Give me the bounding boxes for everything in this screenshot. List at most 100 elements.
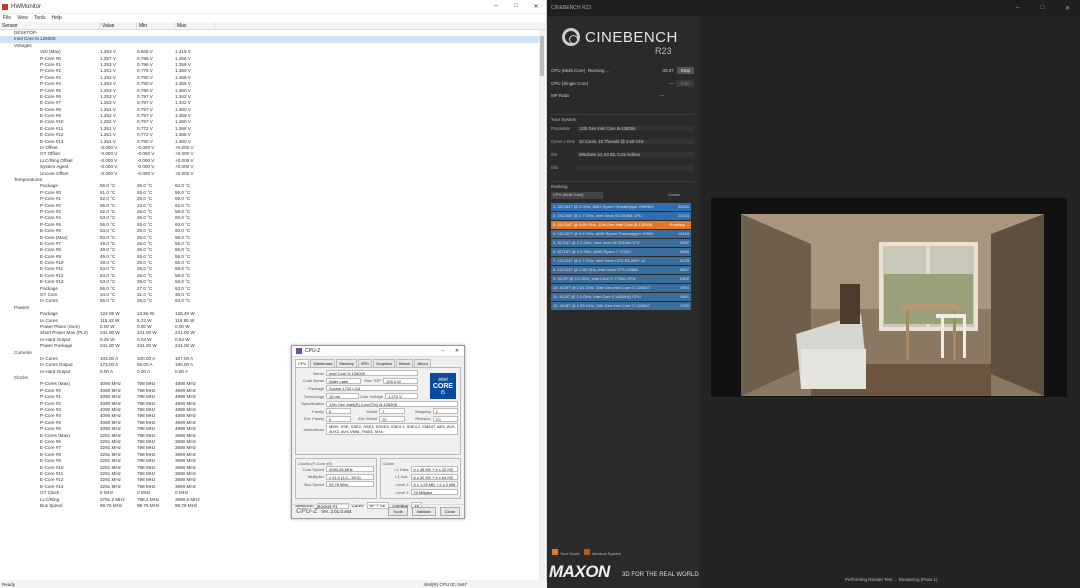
ranking-item[interactable]: 11. 4C/8T @ 2.3 GHz, Intel Core i7-4850H… <box>551 293 691 301</box>
ranking-label: 2. 24C/48T @ 2.7 GHz, Intel Xeon W-3265M… <box>553 213 642 218</box>
l1-data: 6 x 48 KB + 4 x 32 KB <box>410 466 458 473</box>
tab-mainboard[interactable]: Mainboard <box>310 359 336 367</box>
cpuz-window: CPU-Z – ✕ CPU Mainboard Memory SPD Graph… <box>291 345 465 519</box>
sensor-table-header: Sensor Value Min Max <box>0 22 546 30</box>
ranking-score: 6302 <box>680 276 689 281</box>
hwmonitor-app-icon <box>2 3 8 10</box>
close-cpuz-button[interactable]: Close <box>439 507 460 516</box>
validate-button[interactable]: Validate <box>411 507 436 516</box>
scroll-thumb[interactable] <box>540 36 544 76</box>
ranking-item[interactable]: 8. 12C/24T @ 2.66 GHz, Intel Xeon CPU X5… <box>551 266 691 274</box>
multi-core-time: 00:37 <box>662 68 674 73</box>
clocks-group: Clocks (P-Core #0) Core Speed 4090.28 MHz… <box>295 458 377 500</box>
cpu-family: 6 <box>326 408 352 415</box>
ranking-label: 5. 8C/16T @ 2.3 GHz, Intel Xeon W-3245M … <box>553 240 640 245</box>
ranking-score: 8889 <box>680 249 689 254</box>
render-preview-image <box>741 214 1044 396</box>
ranking-item[interactable]: 1. 32C/64T @ 3 GHz, AMD Ryzen Threadripp… <box>551 203 691 211</box>
hwmonitor-menubar: File View Tools Help <box>0 14 546 22</box>
status-cpuid: Intel(R) CPU ID: 0x97 <box>423 581 467 587</box>
cpu-voltage: 1.270 V <box>385 393 418 400</box>
cinebench-brand: CINEBENCH <box>585 28 678 46</box>
menu-help[interactable]: Help <box>52 15 62 21</box>
tools-button[interactable]: Tools <box>388 507 408 516</box>
ranking-item[interactable]: 7. 12C/24T @ 2.7 GHz, Intel Xeon CPU E5-… <box>551 257 691 265</box>
tab-cpu[interactable]: CPU <box>295 359 310 367</box>
os-value: Windows 10, 64 Bit, Core Edition <box>577 152 694 157</box>
info-key: Info <box>551 165 558 170</box>
hwmonitor-title: HWMonitor <box>11 3 42 10</box>
ranking-score: 8378 <box>680 258 689 263</box>
menu-file[interactable]: File <box>3 15 11 21</box>
ranking-label: 7. 12C/24T @ 2.7 GHz, Intel Xeon CPU E5-… <box>553 258 646 263</box>
info-value[interactable] <box>577 165 694 171</box>
ranking-score: 6867 <box>680 267 689 272</box>
col-min[interactable]: Min <box>137 22 175 29</box>
minimize-button[interactable]: – <box>486 3 506 10</box>
sensor-cell: Bus Speed <box>40 502 63 508</box>
legend-your-score: Your Score <box>552 549 580 556</box>
cpuz-tabs: CPU Mainboard Memory SPD Graphics Bench … <box>292 357 464 367</box>
ranking-select[interactable]: CPU (Multi Core) <box>551 192 603 199</box>
cb-maximize-button[interactable]: □ <box>1030 5 1055 12</box>
ranking-score: 16315 <box>677 231 689 236</box>
menu-view[interactable]: View <box>17 15 28 21</box>
cpuz-close-button[interactable]: ✕ <box>450 348 464 354</box>
close-button[interactable]: ✕ <box>526 3 546 10</box>
ranking-label: 4. 16C/32T @ 3.4 GHz, AMD Ryzen Threadri… <box>553 231 654 236</box>
tab-spd[interactable]: SPD <box>357 359 373 367</box>
level3: 20 MBytes <box>410 489 458 496</box>
single-core-row: CPU (Single Core) --- Start <box>551 80 694 87</box>
mp-ratio-value: --- <box>659 93 665 98</box>
cpuz-app-icon <box>296 348 302 354</box>
cinebench-logo: CINEBENCH <box>562 28 678 46</box>
ranking-label: 3. 10C/16T @ 3.69 GHz, 12th Gen Intel Co… <box>553 222 653 227</box>
cb-close-button[interactable]: ✕ <box>1055 5 1080 12</box>
tab-graphics[interactable]: Graphics <box>373 359 396 367</box>
cores-value: 10 Cores, 16 Threads @ 3.69 GHz <box>577 139 694 144</box>
ranking-score: 4904 <box>680 285 689 290</box>
col-value[interactable]: Value <box>100 22 137 29</box>
processor-value: 12th Gen Intel Core i5-12600K <box>577 126 694 131</box>
ranking-score: 9087 <box>680 240 689 245</box>
processor-key: Processor <box>551 126 570 131</box>
maximize-button[interactable]: □ <box>506 3 526 10</box>
single-start-button[interactable]: Start <box>676 80 694 87</box>
cpuz-titlebar: CPU-Z – ✕ <box>292 346 464 357</box>
ranking-item[interactable]: 4. 16C/32T @ 3.4 GHz, AMD Ryzen Threadri… <box>551 230 691 238</box>
ranking-item[interactable]: 2. 24C/48T @ 2.7 GHz, Intel Xeon W-3265M… <box>551 212 691 220</box>
multi-core-row: CPU (Multi Core) Running ... 00:37 Stop <box>551 67 694 74</box>
ranking-item[interactable]: 6. 8C/16T @ 3.4 GHz, AMD Ryzen 7 1700X 88… <box>551 248 691 256</box>
multiplier: x 41.0 (4.0 - 53.0) <box>326 473 374 480</box>
cinebench-version: R23 <box>655 46 672 56</box>
processor-group: Name Intel Core i5 12600K Code Name Alder … <box>295 367 461 455</box>
cpuz-footer: CPU-Z Ver. 2.01.0.x64 Tools Validate Clo… <box>292 504 464 518</box>
maxon-logo: MAXON <box>549 562 610 581</box>
ranking-score: 3769 <box>680 303 689 308</box>
mp-ratio-label: MP Ratio <box>551 93 570 98</box>
stop-button[interactable]: Stop <box>676 67 694 74</box>
col-sensor[interactable]: Sensor <box>0 22 100 29</box>
level2: 6 x 1.25 MB + 2 x 2 MB <box>410 481 458 488</box>
ranking-item[interactable]: 10. 4C/8T @ 2.81 GHz, 11th Gen Intel Cor… <box>551 284 691 292</box>
sensor-cell: 99.76 MHz <box>137 502 160 508</box>
ranking-item[interactable]: 9. 4C/8T @ 4.2 GHz, Intel Core i7-7700K … <box>551 275 691 283</box>
sensor-cell: 99.76 MHz <box>175 502 198 508</box>
ranking-score: Running ... <box>669 222 689 227</box>
cpu-codename: Alder Lake <box>326 377 361 384</box>
cpuz-minimize-button[interactable]: – <box>436 348 450 354</box>
tab-about[interactable]: About <box>414 359 431 367</box>
menu-tools[interactable]: Tools <box>34 15 46 21</box>
tab-bench[interactable]: Bench <box>396 359 414 367</box>
ranking-item[interactable]: 12. 4C/8T @ 1.69 GHz, 11th Gen Intel Cor… <box>551 302 691 310</box>
col-max[interactable]: Max <box>175 22 215 29</box>
ranking-details[interactable]: Details <box>668 192 680 197</box>
sensor-scrollbar[interactable] <box>539 30 545 580</box>
single-core-time: --- <box>668 81 674 86</box>
ranking-item[interactable]: 3. 10C/16T @ 3.69 GHz, 12th Gen Intel Co… <box>551 221 691 229</box>
info-row: Info <box>551 165 694 171</box>
ranking-item[interactable]: 5. 8C/16T @ 2.3 GHz, Intel Xeon W-3245M … <box>551 239 691 247</box>
cb-minimize-button[interactable]: – <box>1005 5 1030 12</box>
ranking-score: 30054 <box>677 204 689 209</box>
tab-memory[interactable]: Memory <box>336 359 357 367</box>
